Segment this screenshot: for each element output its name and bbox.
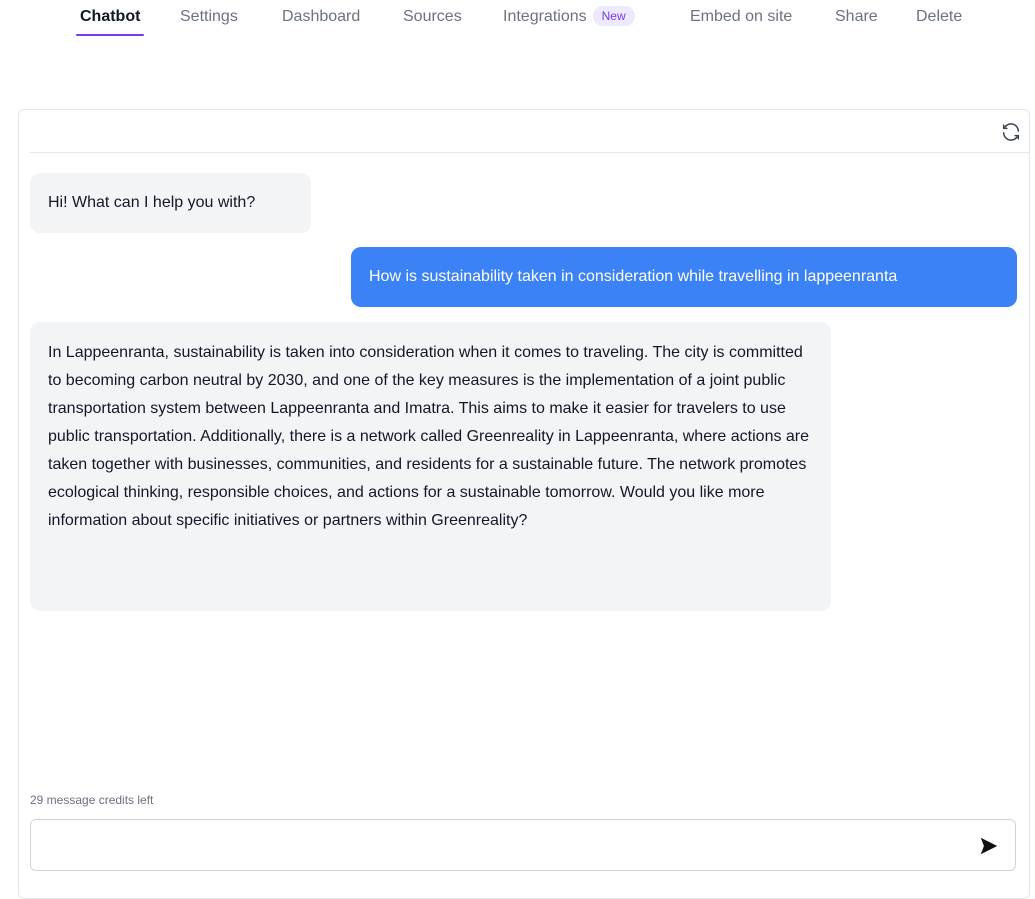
tab-delete[interactable]: Delete bbox=[916, 6, 962, 34]
bot-message-text: In Lappeenranta, sustainability is taken… bbox=[48, 344, 810, 529]
user-message: How is sustainability taken in considera… bbox=[351, 247, 1017, 307]
refresh-button[interactable] bbox=[999, 120, 1023, 144]
refresh-icon bbox=[1002, 123, 1020, 141]
user-message-text: How is sustainability taken in considera… bbox=[369, 268, 898, 285]
tab-integrations[interactable]: Integrations New bbox=[503, 6, 635, 34]
send-icon bbox=[980, 837, 998, 855]
tab-embed-on-site[interactable]: Embed on site bbox=[690, 6, 792, 34]
tab-settings-label: Settings bbox=[180, 8, 238, 25]
tab-chatbot-label: Chatbot bbox=[80, 8, 141, 25]
tab-integrations-label: Integrations bbox=[503, 8, 587, 25]
tab-sources[interactable]: Sources bbox=[403, 6, 462, 34]
message-input-box bbox=[30, 819, 1016, 871]
tab-embed-on-site-label: Embed on site bbox=[690, 8, 793, 25]
bot-message-text: Hi! What can I help you with? bbox=[48, 194, 256, 211]
chat-header bbox=[29, 110, 1029, 153]
send-button[interactable] bbox=[977, 834, 1001, 858]
tab-sources-label: Sources bbox=[403, 8, 462, 25]
tab-dashboard-label: Dashboard bbox=[282, 8, 361, 25]
tab-dashboard[interactable]: Dashboard bbox=[282, 6, 360, 34]
message-input[interactable] bbox=[43, 820, 963, 870]
bot-message-greeting: Hi! What can I help you with? bbox=[30, 173, 311, 233]
new-badge: New bbox=[592, 6, 635, 26]
tab-chatbot[interactable]: Chatbot bbox=[75, 6, 145, 36]
message-credits: 29 message credits left bbox=[30, 793, 154, 807]
tab-share-label: Share bbox=[835, 8, 878, 25]
tab-share[interactable]: Share bbox=[835, 6, 878, 34]
chat-panel: Hi! What can I help you with? How is sus… bbox=[18, 109, 1030, 899]
tab-delete-label: Delete bbox=[916, 8, 963, 25]
bot-message-answer: In Lappeenranta, sustainability is taken… bbox=[30, 322, 831, 611]
tab-settings[interactable]: Settings bbox=[180, 6, 238, 34]
top-nav: Chatbot Settings Dashboard Sources Integ… bbox=[0, 0, 1035, 44]
